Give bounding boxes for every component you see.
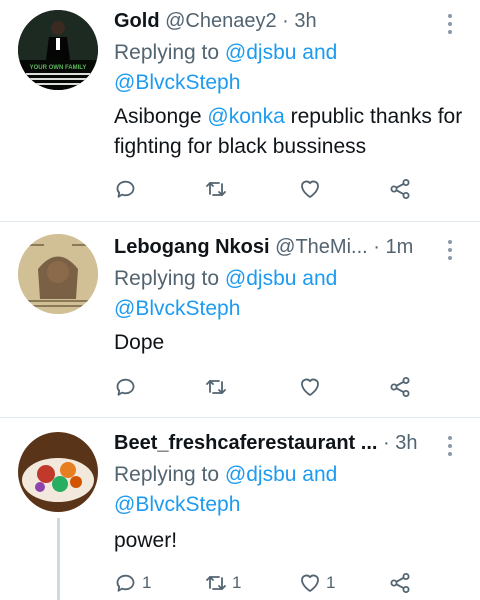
- share-icon: [390, 179, 410, 199]
- timestamp[interactable]: 3h: [395, 432, 417, 454]
- timestamp[interactable]: 3h: [294, 10, 316, 32]
- action-bar: [114, 174, 426, 204]
- retweet-button[interactable]: [204, 372, 232, 402]
- mention-link[interactable]: @djsbu: [225, 41, 297, 64]
- reply-and[interactable]: and: [302, 267, 337, 290]
- retweet-icon: [206, 182, 226, 196]
- tweet-lebogang[interactable]: Lebogang Nkosi @TheMi... · 1m Replying t…: [0, 222, 480, 418]
- tweet-text: Asibonge @konka republic thanks for figh…: [114, 102, 466, 162]
- avatar[interactable]: YOUR OWN FAMILY: [18, 10, 98, 90]
- replying-prefix: Replying to: [114, 267, 220, 290]
- replying-to: Replying to @djsbu and @BlvckSteph: [114, 460, 466, 520]
- like-count: 1: [326, 573, 336, 592]
- text-part: Asibonge: [114, 105, 202, 128]
- reply-button[interactable]: 1: [114, 568, 151, 598]
- retweet-button[interactable]: [204, 174, 232, 204]
- retweet-button[interactable]: 1: [204, 568, 241, 598]
- share-icon: [390, 377, 410, 397]
- share-button[interactable]: [388, 372, 412, 402]
- share-button[interactable]: [388, 174, 412, 204]
- like-button[interactable]: [298, 174, 326, 204]
- thread-line: [57, 518, 60, 600]
- separator-dot: ·: [282, 10, 289, 32]
- reply-and[interactable]: and: [302, 41, 337, 64]
- reply-icon: [116, 574, 135, 592]
- more-options-icon[interactable]: [440, 10, 460, 34]
- mention-link[interactable]: @BlvckSteph: [114, 297, 240, 320]
- mention-link[interactable]: @konka: [207, 105, 284, 128]
- more-options-icon[interactable]: [440, 432, 460, 456]
- reply-button[interactable]: [114, 372, 142, 402]
- timestamp[interactable]: 1m: [385, 236, 413, 258]
- reply-icon: [116, 180, 135, 198]
- tweet-header: Gold @Chenaey2 · 3h: [114, 10, 466, 36]
- share-button[interactable]: [388, 568, 412, 598]
- reply-button[interactable]: [114, 174, 142, 204]
- replying-to: Replying to @djsbu and @BlvckSteph: [114, 38, 466, 98]
- separator-dot: ·: [383, 432, 390, 454]
- reply-and[interactable]: and: [302, 463, 337, 486]
- tweet-beet[interactable]: Beet_freshcaferestaurant ... · 3h Replyi…: [0, 418, 480, 600]
- mention-link[interactable]: @BlvckSteph: [114, 493, 240, 516]
- replying-prefix: Replying to: [114, 41, 220, 64]
- mention-link[interactable]: @djsbu: [225, 463, 297, 486]
- action-bar: [114, 372, 426, 402]
- reply-count: 1: [142, 573, 152, 592]
- display-name[interactable]: Gold: [114, 10, 160, 32]
- separator-dot: ·: [373, 236, 380, 258]
- avatar[interactable]: [18, 234, 98, 314]
- like-button[interactable]: 1: [298, 568, 335, 598]
- heart-icon: [301, 574, 319, 592]
- display-name[interactable]: Lebogang Nkosi: [114, 236, 270, 258]
- mention-link[interactable]: @BlvckSteph: [114, 71, 240, 94]
- avatar[interactable]: [18, 432, 98, 512]
- retweet-icon: [206, 576, 226, 590]
- tweet-header: Beet_freshcaferestaurant ... · 3h: [114, 432, 466, 458]
- tweet-gold[interactable]: YOUR OWN FAMILY Gold @Chenaey2 · 3h Repl…: [0, 0, 480, 222]
- mention-link[interactable]: @djsbu: [225, 267, 297, 290]
- tweet-header: Lebogang Nkosi @TheMi... · 1m: [114, 236, 466, 262]
- avatar-text: YOUR OWN FAMILY: [30, 65, 87, 71]
- user-handle[interactable]: @Chenaey2: [165, 10, 276, 32]
- replying-to: Replying to @djsbu and @BlvckSteph: [114, 264, 466, 324]
- more-options-icon[interactable]: [440, 236, 460, 260]
- retweet-count: 1: [232, 573, 242, 592]
- action-bar: 1 1 1: [114, 568, 426, 598]
- display-name[interactable]: Beet_freshcaferestaurant ...: [114, 432, 377, 454]
- reply-icon: [116, 378, 135, 396]
- heart-icon: [301, 180, 319, 198]
- tweet-text: Dope: [114, 331, 165, 354]
- share-icon: [390, 573, 410, 593]
- like-button[interactable]: [298, 372, 326, 402]
- retweet-icon: [206, 380, 226, 394]
- tweet-text: power!: [114, 529, 178, 552]
- heart-icon: [301, 378, 319, 396]
- replying-prefix: Replying to: [114, 463, 220, 486]
- user-handle[interactable]: @TheMi...: [275, 236, 368, 258]
